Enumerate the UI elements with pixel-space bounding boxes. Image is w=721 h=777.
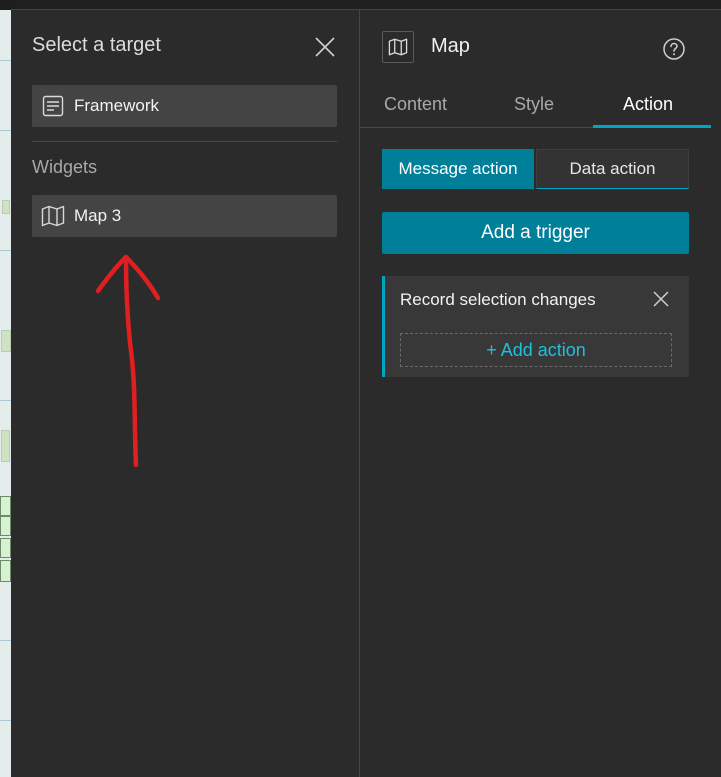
target-framework-label: Framework [74,96,160,115]
help-button[interactable] [662,37,686,66]
tab-style[interactable]: Style [514,94,554,115]
add-trigger-button[interactable]: Add a trigger [382,212,689,254]
divider [32,141,337,142]
active-tab-indicator [593,125,711,128]
help-icon [663,38,685,60]
tab-action[interactable]: Action [623,94,673,115]
add-action-button[interactable]: + Add action [400,333,672,367]
widget-item-label: Map 3 [74,206,122,225]
select-target-panel: Select a target Framework Widgets Map 3 [11,10,360,777]
widget-title: Map [431,35,470,57]
map-icon [382,31,414,63]
panel-title: Select a target [32,34,161,56]
close-icon [315,37,335,57]
document-icon [40,93,66,119]
tab-bar: Content Style Action [360,90,711,128]
target-framework[interactable]: Framework [32,85,337,127]
remove-trigger-button[interactable] [651,289,671,314]
close-button[interactable] [313,35,337,59]
trigger-title: Record selection changes [400,290,596,309]
top-border [0,0,721,10]
trigger-card: Record selection changes + Add action [382,276,689,377]
map-background [0,0,11,777]
data-action-tab[interactable]: Data action [536,149,689,189]
map-icon [40,203,66,229]
close-icon [653,291,669,307]
red-arrow-icon [96,254,161,468]
settings-panel: Map Content Style Action Message action … [360,10,721,777]
widget-item-map-3[interactable]: Map 3 [32,195,337,237]
tab-content[interactable]: Content [384,94,447,115]
widgets-section-label: Widgets [32,157,98,177]
message-action-tab[interactable]: Message action [382,149,534,189]
